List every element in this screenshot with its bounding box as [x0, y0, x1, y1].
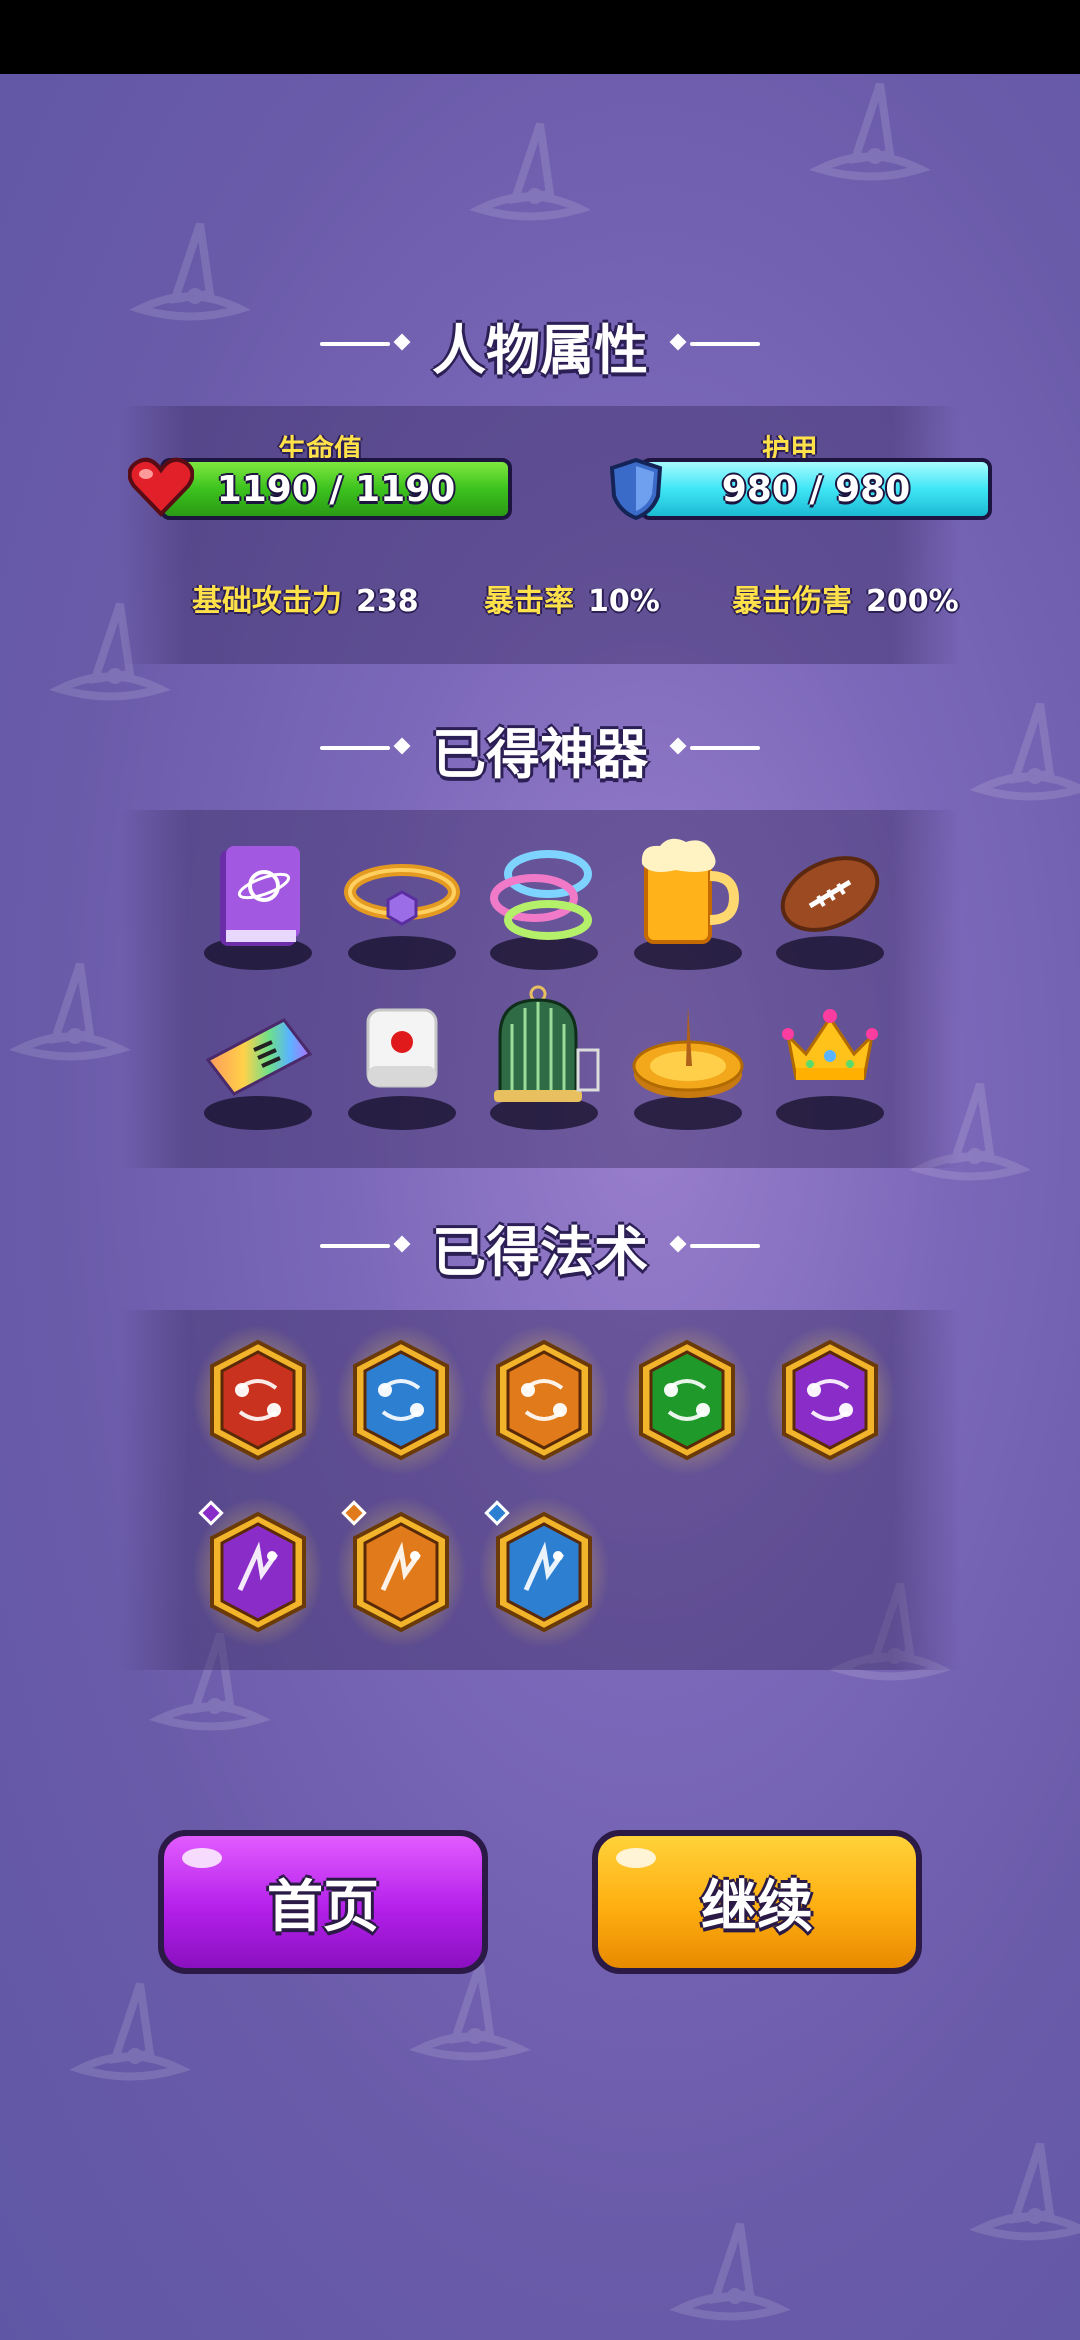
artifact-item[interactable]	[770, 1000, 890, 1130]
attributes-title: 人物属性	[432, 319, 648, 382]
spell-item[interactable]	[335, 1324, 467, 1476]
hat-watermark-icon	[9, 962, 131, 1061]
spell-item[interactable]	[335, 1496, 467, 1648]
spell-item[interactable]	[478, 1324, 610, 1476]
purple-book-icon	[220, 846, 300, 946]
title-line-right	[690, 746, 760, 750]
home-button[interactable]: 首页	[158, 1830, 488, 1974]
hat-watermark-icon	[969, 2142, 1080, 2241]
hat-watermark-icon	[669, 2222, 791, 2321]
ice-shards-spell-icon	[496, 1511, 592, 1633]
stat-value: 10%	[588, 584, 660, 619]
purple-sparks-spell-icon	[210, 1511, 306, 1633]
continue-button-label: 继续	[701, 1874, 813, 1940]
orange-orb-spell-icon	[496, 1339, 592, 1461]
purple-orb-spell-icon	[782, 1339, 878, 1461]
stat-value: 200%	[866, 584, 959, 619]
lightning-spell-icon	[353, 1511, 449, 1633]
spell-item[interactable]	[192, 1324, 324, 1476]
artifact-item[interactable]	[198, 840, 318, 970]
stat-label: 暴击率	[484, 584, 574, 619]
birdcage-icon	[494, 985, 600, 1102]
artifact-item[interactable]	[628, 838, 748, 970]
shield-icon	[609, 457, 663, 521]
artifact-item[interactable]	[198, 1000, 318, 1130]
home-button-label: 首页	[267, 1874, 379, 1940]
artifacts-panel	[120, 810, 960, 1168]
stat-value: 238	[356, 584, 419, 619]
blue-orb-spell-icon	[353, 1339, 449, 1461]
beer-mug-icon	[641, 838, 740, 944]
artifact-item[interactable]	[770, 840, 890, 970]
stat-crit-rate: 暴击率 10%	[484, 576, 660, 620]
artifact-item[interactable]	[342, 1000, 462, 1130]
hat-watermark-icon	[809, 82, 931, 181]
artifact-item[interactable]	[484, 840, 604, 970]
hat-watermark-icon	[69, 1982, 191, 2081]
rainbow-rings-icon	[490, 850, 592, 940]
attributes-panel: 生命值 1190 / 1190 护甲 980 / 980 基础攻击力 238 暴击…	[120, 406, 992, 664]
hp-value: 1190 / 1190	[216, 468, 456, 510]
dice-icon	[366, 1008, 438, 1088]
title-line-right	[690, 342, 760, 346]
spell-item[interactable]	[192, 1496, 324, 1648]
stat-label: 基础攻击力	[192, 584, 342, 619]
status-bar	[0, 0, 1080, 74]
stat-crit-damage: 暴击伤害 200%	[732, 576, 959, 620]
gold-bracelet-icon	[344, 864, 460, 926]
stat-base-attack: 基础攻击力 238	[192, 576, 419, 620]
sundial-icon	[632, 1006, 744, 1098]
armor-bar: 980 / 980	[640, 458, 992, 520]
continue-button[interactable]: 继续	[592, 1830, 922, 1974]
hat-watermark-icon	[469, 122, 591, 221]
football-icon	[780, 856, 880, 932]
spell-item[interactable]	[764, 1324, 896, 1476]
green-orb-spell-icon	[639, 1339, 735, 1461]
stat-label: 暴击伤害	[732, 584, 852, 619]
spells-title: 已得法术	[432, 1221, 648, 1284]
artifacts-title: 已得神器	[432, 723, 648, 786]
armor-value: 980 / 980	[721, 468, 911, 510]
spell-item[interactable]	[621, 1324, 753, 1476]
title-line-right	[690, 1244, 760, 1248]
artifact-item[interactable]	[628, 1000, 748, 1130]
artifact-item[interactable]	[342, 840, 462, 970]
spells-panel	[120, 1310, 960, 1670]
hp-bar: 1190 / 1190	[160, 458, 512, 520]
artifact-item[interactable]	[484, 985, 604, 1130]
rainbow-ticket-icon	[205, 1018, 313, 1096]
spell-item[interactable]	[478, 1496, 610, 1648]
red-orb-spell-icon	[210, 1339, 306, 1461]
heart-icon	[128, 457, 194, 517]
crown-icon	[782, 1009, 878, 1080]
